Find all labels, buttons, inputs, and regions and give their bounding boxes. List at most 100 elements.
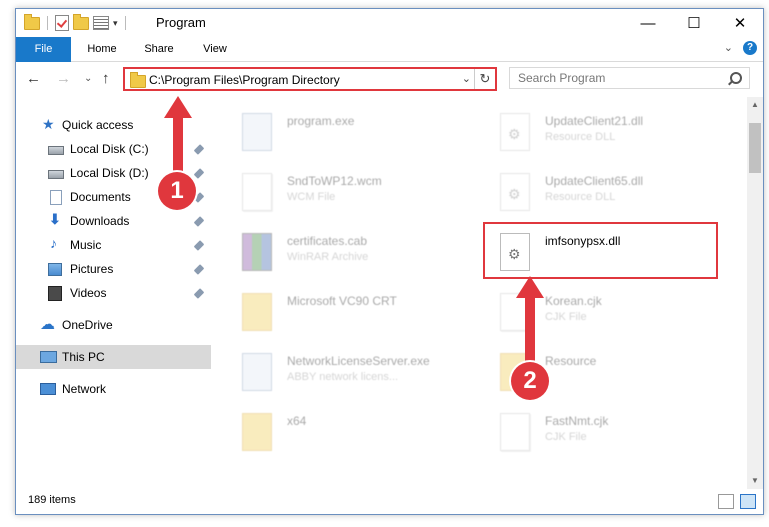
dll-icon [500, 173, 530, 211]
file-type: Resource DLL [545, 191, 616, 203]
pin-icon [193, 288, 205, 299]
exe-icon [242, 113, 272, 151]
address-dropdown-icon[interactable]: ⌄ [462, 72, 471, 85]
tab-view[interactable]: View [188, 37, 242, 61]
sidebar-item-music[interactable]: ♪ Music [16, 233, 211, 257]
scroll-down-icon[interactable]: ▼ [747, 473, 763, 489]
file-item[interactable]: NetworkLicenseServer.exe ABBY network li… [232, 345, 462, 397]
sidebar-item-label: Network [62, 382, 107, 396]
search-input[interactable]: Search Program [518, 71, 605, 85]
recent-locations-button[interactable]: ⌄ [84, 73, 92, 84]
sidebar-item-label: Quick access [62, 118, 134, 132]
file-type: CJK File [545, 431, 587, 443]
music-icon: ♪ [50, 235, 57, 251]
step-2-badge: 2 [511, 362, 549, 400]
sidebar-item-pictures[interactable]: Pictures [16, 257, 211, 281]
properties-check-icon[interactable] [55, 15, 69, 31]
close-button[interactable]: ✕ [717, 9, 763, 37]
file-icon [242, 173, 272, 211]
new-folder-icon[interactable] [73, 13, 89, 30]
window-controls: — ☐ ✕ [625, 9, 763, 37]
arrow-1-head [164, 96, 192, 118]
highlight-box-dll [483, 222, 718, 279]
arrow-1-shaft [173, 117, 183, 175]
disk-icon [48, 146, 64, 155]
title-bar: ▾ Program — ☐ ✕ [16, 9, 763, 37]
sidebar-item-this-pc[interactable]: This PC [16, 345, 211, 369]
sidebar-item-label: Music [70, 238, 102, 252]
sidebar-item-downloads[interactable]: ⬇ Downloads [16, 209, 211, 233]
folder-icon [130, 72, 146, 88]
address-bar[interactable]: C:\Program Files\Program Directory ⌄ ↻ [123, 67, 497, 91]
address-path[interactable]: C:\Program Files\Program Directory [149, 73, 340, 87]
customize-toolbar-icon[interactable]: ▾ [113, 18, 118, 29]
folder-icon [24, 13, 40, 30]
folder-item[interactable]: Microsoft VC90 CRT [232, 285, 462, 337]
file-name: Microsoft VC90 CRT [287, 294, 397, 308]
sidebar-item-label: Videos [70, 286, 107, 300]
scroll-thumb[interactable] [749, 123, 761, 173]
onedrive-icon: ☁ [40, 316, 55, 333]
pin-icon [193, 264, 205, 275]
file-name: program.exe [287, 114, 355, 128]
minimize-button[interactable]: — [625, 9, 671, 37]
network-icon [40, 383, 56, 395]
pin-icon [193, 144, 205, 155]
large-icons-view-icon[interactable] [740, 494, 756, 509]
sidebar-item-label: Local Disk (D:) [70, 166, 149, 180]
file-name: SndToWP12.wcm [287, 174, 382, 188]
file-name: x64 [287, 414, 307, 428]
videos-icon [48, 286, 62, 301]
search-icon[interactable] [730, 72, 742, 84]
window-title: Program [156, 15, 206, 30]
file-item[interactable]: program.exe [232, 105, 462, 157]
expand-ribbon-icon[interactable]: ⌄ [724, 41, 733, 54]
up-button[interactable]: ↑ [102, 70, 110, 87]
pin-icon [193, 216, 205, 227]
details-view-icon[interactable] [718, 494, 734, 509]
file-type: WCM File [287, 191, 336, 203]
file-item[interactable]: SndToWP12.wcm WCM File [232, 165, 462, 217]
refresh-button[interactable]: ↻ [474, 69, 495, 89]
winrar-icon [242, 233, 272, 271]
status-bar: 189 items [16, 489, 763, 514]
downloads-icon: ⬇ [49, 211, 61, 227]
file-item[interactable]: certificates.cab WinRAR Archive [232, 225, 462, 277]
navigation-bar: ← → ⌄ ↑ C:\Program Files\Program Directo… [16, 62, 763, 96]
vertical-scrollbar[interactable]: ▲ ▼ [747, 97, 763, 489]
toolbar-separator [47, 16, 48, 30]
file-item[interactable]: UpdateClient65.dll Resource DLL [490, 165, 720, 217]
folder-icon [242, 293, 272, 331]
sidebar-item-videos[interactable]: Videos [16, 281, 211, 305]
exe-icon [242, 353, 272, 391]
file-name: Korean.cjk [545, 294, 602, 308]
properties-icon[interactable] [93, 16, 109, 30]
sidebar-item-label: This PC [62, 350, 105, 364]
scroll-up-icon[interactable]: ▲ [747, 97, 763, 113]
arrow-2-shaft [525, 297, 535, 365]
this-pc-icon [40, 351, 57, 363]
file-item[interactable]: FastNmt.cjk CJK File [490, 405, 720, 457]
tab-home[interactable]: Home [74, 37, 130, 61]
tab-share[interactable]: Share [132, 37, 186, 61]
help-icon[interactable]: ? [743, 41, 757, 55]
file-icon [500, 413, 530, 451]
file-item[interactable]: UpdateClient21.dll Resource DLL [490, 105, 720, 157]
search-box[interactable]: Search Program [509, 67, 750, 89]
sidebar-item-label: Local Disk (C:) [70, 142, 149, 156]
folder-item[interactable]: x64 [232, 405, 462, 457]
star-icon: ★ [42, 116, 55, 132]
sidebar-item-label: Pictures [70, 262, 114, 276]
quick-access-toolbar: ▾ [24, 13, 129, 32]
file-type: Resource DLL [545, 131, 616, 143]
sidebar-item-onedrive[interactable]: ☁ OneDrive [16, 313, 211, 337]
arrow-2-head [516, 276, 544, 298]
file-name: UpdateClient65.dll [545, 174, 644, 188]
sidebar-item-network[interactable]: Network [16, 377, 211, 401]
forward-button[interactable]: → [56, 70, 71, 87]
disk-icon [48, 170, 64, 179]
item-count: 189 items [28, 494, 76, 506]
maximize-button[interactable]: ☐ [671, 9, 717, 37]
back-button[interactable]: ← [26, 70, 41, 87]
pictures-icon [48, 263, 62, 276]
